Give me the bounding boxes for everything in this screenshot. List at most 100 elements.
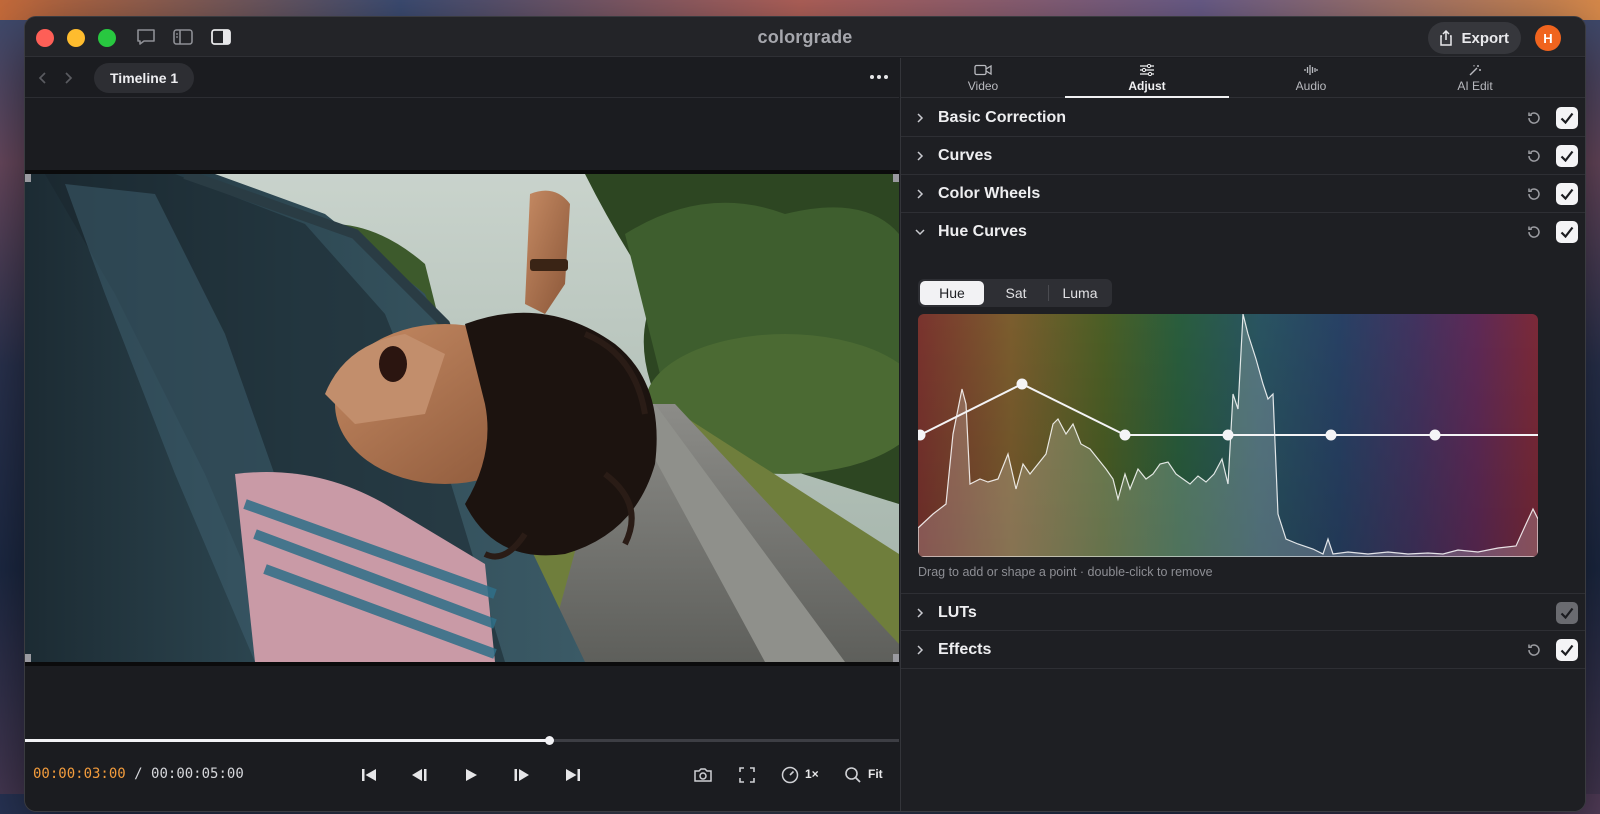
reset-icon[interactable] [1525, 641, 1543, 659]
speed-label[interactable]: 1× [805, 767, 819, 781]
active-tab-indicator [1065, 96, 1229, 98]
crop-handle-bottom-left[interactable] [25, 654, 31, 662]
checkmark-icon [1560, 150, 1574, 162]
mode-hue[interactable]: Hue [920, 281, 984, 305]
section-effects[interactable]: Effects [901, 631, 1585, 669]
tab-audio-label: Audio [1295, 78, 1327, 93]
hue-curve-editor[interactable] [918, 314, 1538, 557]
viewer-panel: Timeline 1 00:00:03:00 / 00:00:05:00 1× … [25, 58, 899, 811]
checkmark-icon [1560, 226, 1574, 238]
tab-video-label: Video [967, 78, 999, 93]
section-enable-checkbox[interactable] [1556, 183, 1578, 205]
magic-wand-icon [1469, 64, 1481, 75]
reset-icon[interactable] [1525, 147, 1543, 165]
hue-curve-graph [918, 314, 1538, 557]
checkmark-icon [1560, 188, 1574, 200]
scrubber-knob[interactable] [545, 736, 555, 745]
export-button[interactable]: Export [1428, 22, 1521, 54]
mode-sat[interactable]: Sat [984, 281, 1048, 305]
section-title: LUTs [938, 604, 977, 621]
play-button[interactable] [461, 765, 481, 785]
section-title: Curves [938, 147, 993, 164]
reset-icon[interactable] [1525, 185, 1543, 203]
magnifier-icon [845, 767, 861, 783]
timecode-separator: / [134, 766, 143, 782]
playback-scrubber[interactable] [25, 736, 899, 745]
section-hue-curves[interactable]: Hue Curves [901, 213, 1585, 251]
share-icon [1440, 30, 1453, 46]
back-chevron-icon[interactable] [37, 70, 49, 86]
chevron-right-icon [917, 189, 924, 199]
section-enable-checkbox[interactable] [1556, 602, 1578, 624]
section-color-wheels[interactable]: Color Wheels [901, 175, 1585, 213]
chevron-right-icon [917, 151, 924, 161]
snapshot-button[interactable] [693, 765, 713, 785]
section-basic-correction[interactable]: Basic Correction [901, 99, 1585, 137]
reset-icon[interactable] [1525, 223, 1543, 241]
current-timecode: 00:00:03:00 [33, 766, 126, 782]
tab-video[interactable]: Video [901, 58, 1065, 98]
crop-handle-top-left[interactable] [25, 174, 31, 182]
inspector-panel: Video Adjust Audio AI Edit Basic Correct… [900, 58, 1585, 811]
reset-icon[interactable] [1525, 109, 1543, 127]
hue-curve-hint: Drag to add or shape a point · double-cl… [918, 565, 1213, 579]
scrubber-progress [25, 739, 550, 742]
crop-handle-bottom-right[interactable] [893, 654, 899, 662]
tab-audio[interactable]: Audio [1229, 58, 1393, 98]
timeline-selector[interactable]: Timeline 1 [94, 63, 195, 93]
section-curves[interactable]: Curves [901, 137, 1585, 175]
skip-start-icon [362, 769, 376, 781]
zoom-label[interactable]: Fit [868, 767, 883, 781]
timecode-display: 00:00:03:00 / 00:00:05:00 [33, 766, 244, 782]
tab-adjust-label: Adjust [1128, 78, 1166, 93]
skip-to-start-button[interactable] [359, 765, 379, 785]
section-luts[interactable]: LUTs [901, 593, 1585, 631]
mode-luma[interactable]: Luma [1049, 281, 1111, 305]
inspector-tabs: Video Adjust Audio AI Edit [901, 58, 1585, 98]
skip-end-icon [566, 769, 580, 781]
camera-icon [694, 768, 712, 782]
curve-point[interactable] [1325, 429, 1337, 441]
section-title: Hue Curves [938, 223, 1027, 240]
section-enable-checkbox[interactable] [1556, 145, 1578, 167]
waveform-icon [1304, 64, 1318, 75]
more-options-icon[interactable] [869, 74, 889, 80]
checkmark-icon [1560, 644, 1574, 656]
curve-point[interactable] [1016, 378, 1028, 390]
viewer-toolbar: Timeline 1 [25, 58, 899, 98]
chevron-right-icon [917, 645, 924, 655]
section-title: Effects [938, 641, 992, 658]
section-enable-checkbox[interactable] [1556, 221, 1578, 243]
export-label: Export [1461, 29, 1509, 47]
curve-point[interactable] [1429, 429, 1441, 441]
skip-to-end-button[interactable] [563, 765, 583, 785]
video-frame-image [25, 174, 899, 662]
section-enable-checkbox[interactable] [1556, 107, 1578, 129]
tab-ai-edit[interactable]: AI Edit [1393, 58, 1557, 98]
fullscreen-icon [739, 767, 755, 783]
step-forward-icon [514, 769, 529, 781]
video-preview[interactable] [25, 170, 899, 666]
section-title: Color Wheels [938, 185, 1041, 202]
section-enable-checkbox[interactable] [1556, 639, 1578, 661]
window-title: colorgrade [757, 27, 853, 47]
playback-speed-button[interactable] [780, 765, 800, 785]
tab-adjust[interactable]: Adjust [1065, 58, 1229, 98]
title-bar: colorgrade Export H [25, 17, 1585, 57]
step-back-button[interactable] [409, 765, 429, 785]
hue-curve-mode-selector: Hue Sat Luma [918, 279, 1112, 307]
curve-point[interactable] [1119, 429, 1131, 441]
chevron-down-icon [915, 229, 925, 236]
sliders-icon [1140, 63, 1154, 76]
curve-point[interactable] [1222, 429, 1234, 441]
forward-chevron-icon[interactable] [62, 70, 74, 86]
checkmark-icon [1560, 112, 1574, 124]
chevron-right-icon [917, 608, 924, 618]
transport-bar: 00:00:03:00 / 00:00:05:00 1× Fit [25, 758, 899, 792]
step-forward-button[interactable] [512, 765, 532, 785]
avatar[interactable]: H [1535, 25, 1561, 51]
step-back-icon [412, 769, 427, 781]
crop-handle-top-right[interactable] [893, 174, 899, 182]
fullscreen-button[interactable] [737, 765, 757, 785]
zoom-button[interactable] [843, 765, 863, 785]
